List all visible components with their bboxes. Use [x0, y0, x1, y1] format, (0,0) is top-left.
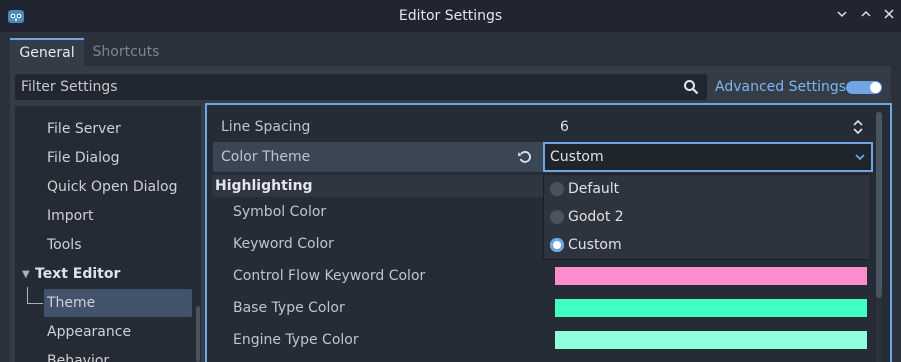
color-theme-label: Color Theme [221, 149, 311, 165]
settings-tree: File Server File Dialog Quick Open Dialo… [15, 106, 201, 362]
close-icon[interactable] [879, 6, 899, 26]
radio-icon [550, 238, 564, 252]
control-flow-keyword-color-label: Control Flow Keyword Color [233, 268, 426, 284]
window-title: Editor Settings [398, 8, 503, 24]
tree-item-quick-open-dialog[interactable]: Quick Open Dialog [47, 174, 177, 200]
tree-item-tools[interactable]: Tools [47, 232, 82, 258]
tree-item-file-server[interactable]: File Server [47, 116, 121, 142]
chevron-down-icon [855, 154, 865, 161]
option-godot-2[interactable]: Godot 2 [544, 203, 870, 231]
tree-item-import[interactable]: Import [47, 203, 93, 229]
line-spacing-value[interactable]: 6 [560, 115, 569, 139]
option-label: Default [568, 181, 620, 197]
color-theme-value: Custom [550, 149, 604, 165]
tree-guide-line [27, 287, 28, 303]
expand-arrow-icon[interactable]: ▼ [22, 269, 30, 280]
engine-type-color-swatch[interactable] [555, 331, 867, 349]
scrollbar-grabber[interactable] [876, 112, 882, 298]
tree-item-behavior[interactable]: Behavior [47, 348, 109, 362]
symbol-color-label: Symbol Color [233, 204, 327, 220]
tree-item-appearance[interactable]: Appearance [47, 319, 131, 345]
option-label: Custom [568, 237, 622, 253]
tree-section-text-editor[interactable]: Text Editor [35, 261, 120, 287]
filter-settings-input[interactable]: Filter Settings [15, 74, 707, 100]
keyword-color-label: Keyword Color [233, 236, 334, 252]
revert-icon[interactable] [517, 149, 533, 165]
search-icon [684, 80, 699, 95]
radio-icon [550, 182, 564, 196]
color-theme-dropdown: Default Godot 2 Custom [543, 174, 871, 260]
chevron-up-icon[interactable] [856, 6, 876, 26]
option-custom[interactable]: Custom [544, 231, 870, 259]
engine-type-color-label: Engine Type Color [233, 332, 359, 348]
tab-shortcuts[interactable]: Shortcuts [84, 38, 168, 66]
filter-placeholder: Filter Settings [21, 79, 118, 95]
option-default[interactable]: Default [544, 175, 870, 203]
tree-item-theme[interactable]: Theme [47, 290, 95, 316]
toggle-knob [870, 82, 881, 93]
base-type-color-label: Base Type Color [233, 300, 345, 316]
tree-item-file-dialog[interactable]: File Dialog [47, 145, 119, 171]
chevron-down-icon[interactable] [832, 6, 852, 26]
advanced-settings-toggle[interactable] [846, 81, 882, 94]
tree-guide-line [27, 303, 43, 304]
radio-icon [550, 210, 564, 224]
inspector-scrollbar[interactable] [876, 112, 882, 362]
spinner-arrows-icon[interactable] [852, 118, 864, 136]
highlighting-section-header[interactable]: Highlighting [215, 176, 313, 196]
color-theme-select[interactable]: Custom [543, 142, 873, 172]
tree-scrollbar[interactable] [196, 306, 200, 362]
title-bar: Editor Settings [0, 0, 901, 32]
line-spacing-label: Line Spacing [221, 119, 311, 135]
advanced-settings-label: Advanced Settings [715, 79, 847, 95]
tab-general[interactable]: General [10, 38, 84, 66]
control-flow-keyword-color-swatch[interactable] [555, 267, 867, 285]
option-label: Godot 2 [568, 209, 624, 225]
base-type-color-swatch[interactable] [555, 299, 867, 317]
